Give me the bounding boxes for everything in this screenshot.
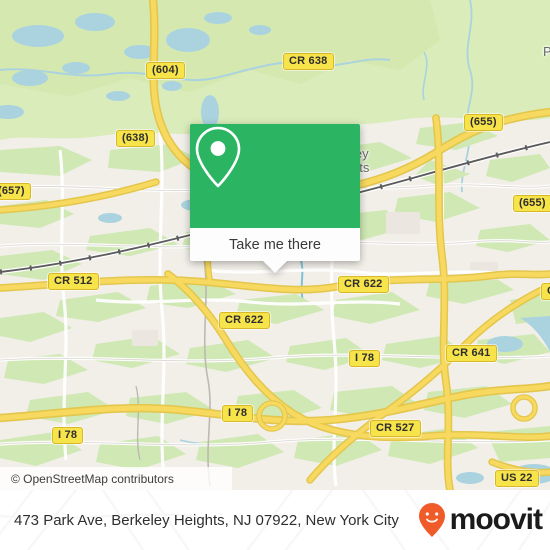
map-canvas[interactable]: (604) CR 638 (638) (655) (655) (657) CR …: [0, 0, 550, 490]
moovit-brand-name: moovit: [449, 503, 543, 536]
road-shield[interactable]: C: [541, 283, 550, 300]
road-shield[interactable]: CR 622: [219, 312, 270, 329]
address-text: 473 Park Ave, Berkeley Heights, NJ 07922…: [14, 511, 399, 529]
road-shield[interactable]: I 78: [222, 405, 254, 422]
popup-header: [190, 124, 360, 228]
road-shield[interactable]: (604): [146, 62, 185, 79]
moovit-pin-smiley-icon: [418, 503, 445, 537]
osm-attribution[interactable]: © OpenStreetMap contributors: [0, 467, 232, 490]
place-label: P: [543, 44, 550, 59]
road-shield[interactable]: CR 512: [48, 273, 99, 290]
road-shield[interactable]: (655): [513, 195, 550, 212]
osm-attribution-text: © OpenStreetMap contributors: [11, 471, 174, 486]
map-page: (604) CR 638 (638) (655) (655) (657) CR …: [0, 0, 550, 550]
take-me-there-button[interactable]: Take me there: [190, 228, 360, 261]
road-shield[interactable]: CR 641: [446, 345, 497, 362]
map-marker-popup[interactable]: Take me there: [190, 124, 360, 273]
road-shield[interactable]: US 22: [495, 470, 539, 487]
road-shield[interactable]: CR 622: [338, 276, 389, 293]
moovit-logo[interactable]: moovit: [417, 502, 543, 538]
take-me-there-label: Take me there: [229, 236, 321, 253]
road-shield[interactable]: I 78: [349, 350, 381, 367]
footer-bar: 473 Park Ave, Berkeley Heights, NJ 07922…: [0, 490, 550, 550]
road-shield[interactable]: CR 638: [283, 53, 334, 70]
road-shield[interactable]: CR 527: [370, 420, 421, 437]
road-shield[interactable]: (657): [0, 183, 31, 200]
road-shield[interactable]: (638): [116, 130, 155, 147]
road-shield[interactable]: (655): [464, 114, 503, 131]
location-pin-icon: [195, 126, 241, 188]
popup-tail: [262, 260, 288, 273]
road-shield[interactable]: I 78: [52, 427, 84, 444]
